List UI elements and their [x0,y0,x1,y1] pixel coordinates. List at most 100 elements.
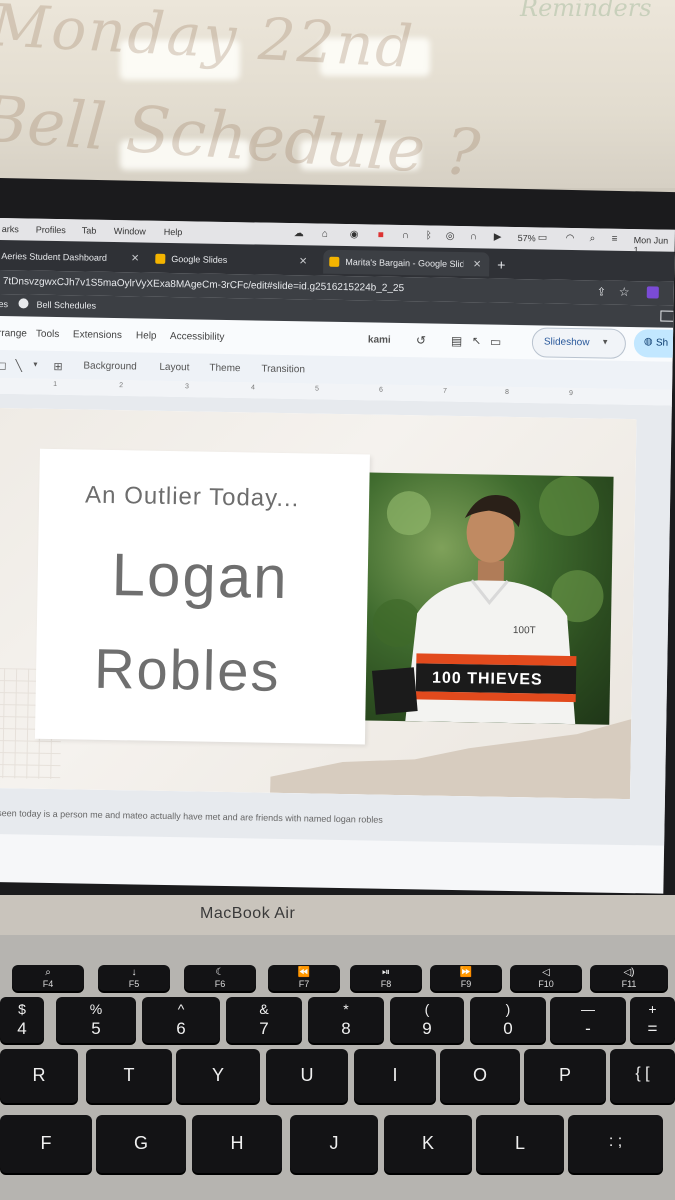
target-icon[interactable]: ◎ [446,231,455,242]
key-f8[interactable]: ⏯ F8 [350,965,422,991]
address-bar[interactable]: 7tDnsvzgwxCJh7v1S5maOylrVyXExa8MAgeCm-3r… [3,276,404,294]
key-9[interactable]: ( 9 [390,997,464,1043]
key-r[interactable]: R [0,1049,78,1103]
toolbar-background[interactable]: Background [83,360,137,372]
key-j[interactable]: J [290,1115,378,1173]
key-char: L [514,1133,525,1153]
key-u[interactable]: U [266,1049,348,1103]
headset-icon[interactable]: ∩ [470,231,477,242]
chevron-down-icon[interactable]: ▾ [603,337,608,348]
key-left-bracket[interactable]: { [ [610,1049,675,1103]
headphones-icon[interactable]: ∩ [402,230,409,241]
close-icon[interactable]: ✕ [473,259,482,270]
menu-tools[interactable]: Tools [36,329,60,340]
key-7[interactable]: & 7 [226,997,302,1043]
key-shift-char: ( [424,1001,430,1017]
toolbar-transition[interactable]: Transition [261,364,305,376]
menu-arrange[interactable]: rrange [0,328,27,340]
hat-icon[interactable]: ⌂ [322,229,328,240]
record-icon[interactable]: ■ [378,230,384,241]
folder-icon[interactable] [660,310,675,322]
key-equals[interactable]: + = [630,997,675,1043]
close-icon[interactable]: ✕ [131,253,140,264]
key-h[interactable]: H [192,1115,282,1173]
menubar-item-window[interactable]: Window [114,226,146,237]
tab-google-slides[interactable]: Google Slides ✕ [155,247,315,274]
menu-extensions[interactable]: Extensions [73,329,122,341]
slideshow-button[interactable]: Slideshow ▾ [531,327,627,359]
menubar-item-bookmarks[interactable]: arks [2,224,19,234]
menubar-item-profiles[interactable]: Profiles [36,225,66,236]
share-icon[interactable]: ⇪ [597,285,606,298]
key-shift-char: & [259,1001,269,1017]
key-minus[interactable]: — - [550,997,626,1043]
battery-icon[interactable]: ▭ [538,232,548,243]
cloud-icon[interactable]: ☁ [294,228,304,239]
video-call-icon[interactable]: ▭ [490,335,502,349]
key-k[interactable]: K [384,1115,472,1173]
menu-accessibility[interactable]: Accessibility [170,331,225,343]
key-6[interactable]: ^ 6 [142,997,220,1043]
slide[interactable]: An Outlier Today... Logan Robles 100 THI… [0,407,637,800]
play-icon[interactable]: ▶ [494,232,502,243]
play-pause-icon: ⏯ [382,967,390,978]
key-shift-char: $ [18,1001,26,1017]
key-8[interactable]: * 8 [308,997,384,1043]
key-semicolon[interactable]: : ; [568,1115,663,1173]
key-f4[interactable]: ⌕ F4 [12,965,84,991]
bookmark-item[interactable]: es [0,299,8,309]
wifi-icon[interactable]: ◠ [566,233,575,244]
key-t[interactable]: T [86,1049,172,1103]
eye-icon[interactable]: ◉ [350,229,359,240]
key-i[interactable]: I [354,1049,436,1103]
key-f[interactable]: F [0,1115,92,1173]
bluetooth-icon[interactable]: ᛒ [426,230,432,241]
bookmark-bell-schedules[interactable]: Bell Schedules [36,300,96,311]
key-4[interactable]: $ 4 [0,997,44,1043]
control-center-icon[interactable]: ≡ [612,234,618,245]
select-tool-icon[interactable]: ◻ [0,359,7,372]
insert-comment-icon[interactable]: ⊞ [53,360,62,373]
key-f11[interactable]: ◁) F11 [590,965,668,991]
key-f7[interactable]: ⏪ F7 [268,965,340,991]
star-icon[interactable]: ☆ [619,285,630,299]
menubar-item-help[interactable]: Help [164,227,183,237]
slide-title-first-name[interactable]: Logan [111,540,289,612]
share-button[interactable]: ◍ Sh [633,329,675,359]
slide-photo[interactable]: 100 THIEVES 100T [365,472,614,725]
whiteboard: Monday 22nd Bell Schedule ? Reminders [0,0,675,188]
key-0[interactable]: ) 0 [470,997,546,1043]
toolbar-theme[interactable]: Theme [209,363,240,375]
search-icon[interactable]: ⌕ [590,233,596,244]
chevron-down-icon[interactable]: ▾ [33,360,37,369]
extension-icon[interactable] [646,286,659,299]
key-o[interactable]: O [440,1049,520,1103]
speaker-notes[interactable]: e seen today is a person me and mateo ac… [0,808,383,825]
menu-help[interactable]: Help [136,330,157,341]
key-f5[interactable]: ↓ F5 [98,965,170,991]
slide-title-last-name[interactable]: Robles [94,636,281,704]
new-tab-icon[interactable]: + [497,257,505,273]
key-label: F4 [42,979,54,989]
history-icon[interactable]: ↺ [416,333,426,347]
comment-icon[interactable]: ▤ [451,334,463,348]
cursor-icon[interactable]: ↖ [472,334,481,347]
kami-extension[interactable]: kami [368,334,391,345]
close-icon[interactable]: ✕ [299,256,308,267]
toolbar-layout[interactable]: Layout [159,362,189,374]
key-5[interactable]: % 5 [56,997,136,1043]
key-f6[interactable]: ☾ F6 [184,965,256,991]
menubar-item-tab[interactable]: Tab [82,225,97,235]
key-f10[interactable]: ◁ F10 [510,965,582,991]
key-y[interactable]: Y [176,1049,260,1103]
slide-subtitle[interactable]: An Outlier Today... [85,482,300,514]
key-p[interactable]: P [524,1049,606,1103]
tab-maritas-bargain[interactable]: Marita's Bargain - Google Slide ✕ [323,249,490,277]
tab-label: Aeries Student Dashboard [1,251,107,263]
key-l[interactable]: L [476,1115,564,1173]
line-tool-icon[interactable]: ╲ [15,359,22,372]
key-g[interactable]: G [96,1115,186,1173]
tab-aeries[interactable]: Aeries Student Dashboard ✕ [0,244,148,271]
key-shift-char: ^ [177,1001,185,1017]
key-f9[interactable]: ⏩ F9 [430,965,502,991]
